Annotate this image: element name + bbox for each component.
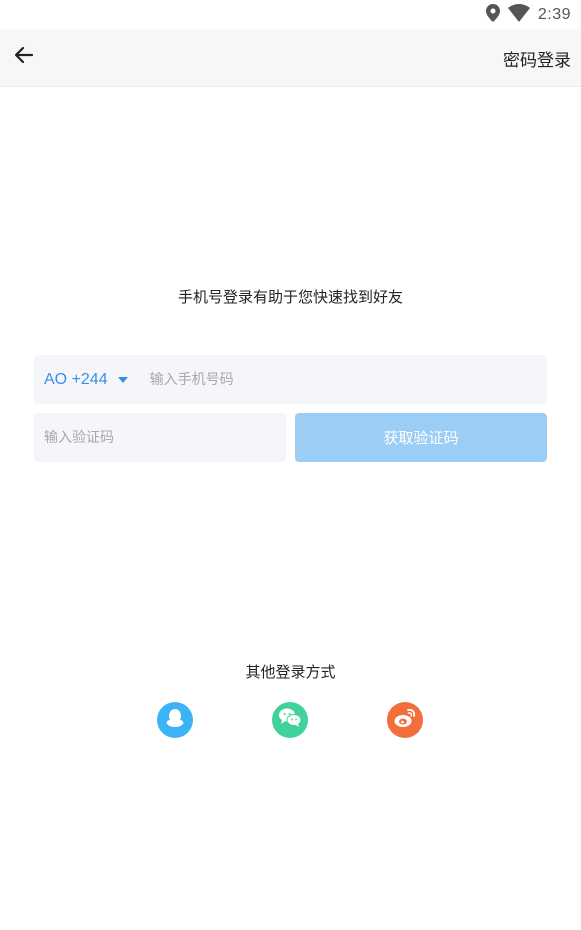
location-icon	[485, 4, 500, 26]
wechat-icon	[278, 707, 302, 733]
status-time: 2:39	[537, 6, 571, 23]
top-bar: 密码登录	[0, 29, 581, 87]
wifi-icon	[507, 4, 530, 26]
phone-row: AO +244	[34, 354, 547, 405]
status-icons: 2:39	[485, 4, 571, 26]
weibo-icon	[393, 707, 417, 733]
verification-code-input[interactable]	[34, 413, 286, 462]
back-button[interactable]	[8, 41, 40, 73]
arrow-left-icon	[12, 43, 36, 71]
country-code: AO +244	[44, 370, 108, 388]
password-login-link[interactable]: 密码登录	[503, 46, 571, 71]
weibo-login-button[interactable]	[387, 702, 423, 738]
code-input-wrapper	[34, 413, 286, 462]
other-login-title: 其他登录方式	[245, 663, 336, 681]
qq-icon	[164, 707, 186, 733]
country-code-selector[interactable]: AO +244	[34, 355, 128, 404]
login-hint: 手机号登录有助于您快速找到好友	[177, 288, 403, 306]
phone-input[interactable]	[147, 354, 547, 405]
caret-down-icon	[117, 376, 128, 383]
get-code-button[interactable]: 获取验证码	[295, 413, 547, 462]
status-bar: 2:39	[0, 0, 581, 29]
wechat-login-button[interactable]	[272, 702, 308, 738]
qq-login-button[interactable]	[157, 702, 193, 738]
